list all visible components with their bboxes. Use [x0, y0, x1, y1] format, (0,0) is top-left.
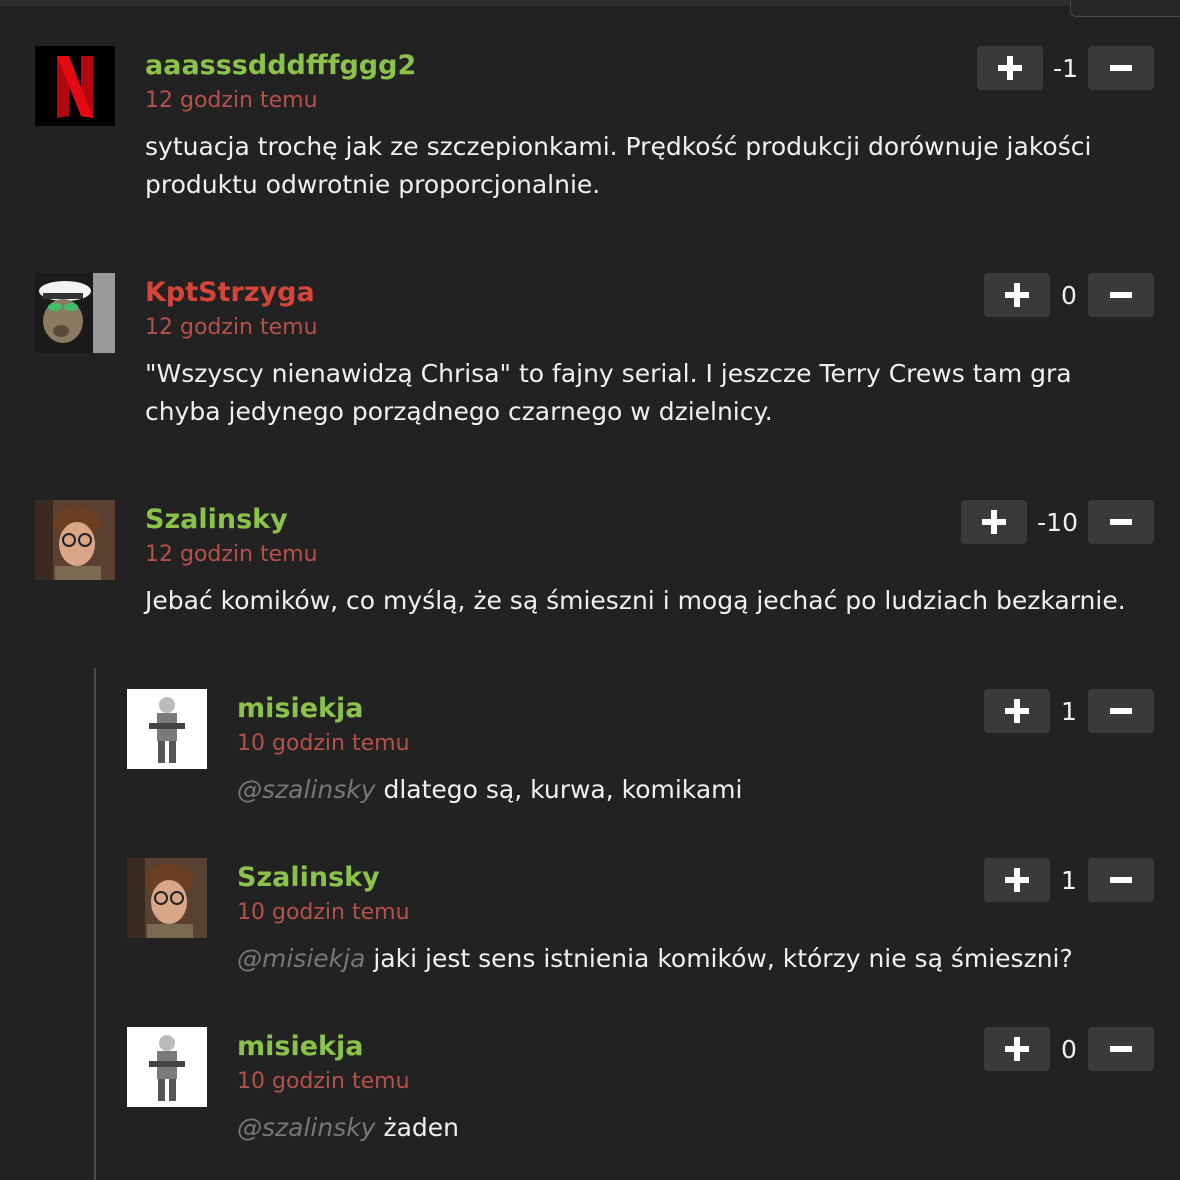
man-glasses-avatar[interactable] — [127, 858, 207, 938]
comment-text: @szalinsky dlatego są, kurwa, komikami — [237, 771, 1157, 809]
comment-text: sytuacja trochę jak ze szczepionkami. Pr… — [145, 132, 1092, 199]
username[interactable]: misiekja — [237, 1031, 363, 1063]
timestamp: 10 godzin temu — [237, 1069, 410, 1094]
vote-widget: -10 — [961, 500, 1154, 544]
upvote-button[interactable] — [977, 46, 1044, 90]
mention-link[interactable]: @szalinsky — [237, 1113, 376, 1142]
upvote-button[interactable] — [984, 858, 1050, 902]
vote-score: -10 — [1037, 507, 1078, 537]
vote-score: 0 — [1061, 280, 1077, 310]
reply-text: dlatego są, kurwa, komikami — [383, 775, 743, 804]
mention-link[interactable]: @szalinsky — [237, 775, 376, 804]
username[interactable]: Szalinsky — [145, 504, 288, 536]
username[interactable]: aaasssdddfffggg2 — [145, 50, 416, 82]
man-glasses-avatar[interactable] — [35, 500, 115, 580]
plus-icon — [982, 510, 1007, 534]
timestamp: 12 godzin temu — [145, 542, 318, 567]
downvote-button[interactable] — [1088, 46, 1154, 90]
upvote-button[interactable] — [984, 689, 1050, 733]
minus-icon — [1110, 877, 1132, 883]
plus-icon — [1005, 1037, 1029, 1061]
comment-text: Jebać komików, co myślą, że są śmieszni … — [145, 586, 1126, 615]
downvote-button[interactable] — [1088, 273, 1154, 317]
vote-widget: 0 — [984, 273, 1154, 317]
minus-icon — [1110, 519, 1132, 525]
vote-score: 0 — [1061, 1034, 1077, 1064]
minus-icon — [1110, 292, 1132, 298]
vote-score: -1 — [1053, 53, 1078, 83]
captain-avatar[interactable] — [35, 273, 115, 353]
timestamp: 12 godzin temu — [145, 88, 318, 113]
timestamp: 10 godzin temu — [237, 731, 410, 756]
comment-text: @szalinsky żaden — [237, 1109, 1157, 1147]
netflix-logo-avatar[interactable] — [35, 46, 115, 126]
vote-widget: 1 — [984, 858, 1154, 902]
timestamp: 12 godzin temu — [145, 315, 318, 340]
upvote-button[interactable] — [984, 1027, 1050, 1071]
vote-widget: 0 — [984, 1027, 1154, 1071]
reply-text: jaki jest sens istnienia komików, którzy… — [373, 944, 1073, 973]
upvote-button[interactable] — [984, 273, 1050, 317]
minus-icon — [1110, 65, 1132, 71]
plus-icon — [998, 56, 1023, 80]
minus-icon — [1110, 708, 1132, 714]
figure-avatar[interactable] — [127, 689, 207, 769]
mention-link[interactable]: @misiekja — [237, 944, 365, 973]
vote-score: 1 — [1061, 696, 1077, 726]
username[interactable]: Szalinsky — [237, 862, 380, 894]
minus-icon — [1110, 1046, 1132, 1052]
vote-score: 1 — [1061, 865, 1077, 895]
username[interactable]: misiekja — [237, 693, 363, 725]
comment-text: @misiekja jaki jest sens istnienia komik… — [237, 940, 1157, 978]
plus-icon — [1005, 868, 1029, 892]
downvote-button[interactable] — [1088, 858, 1154, 902]
upvote-button[interactable] — [961, 500, 1028, 544]
vote-widget: 1 — [984, 689, 1154, 733]
plus-icon — [1005, 283, 1029, 307]
downvote-button[interactable] — [1088, 689, 1154, 733]
top-bar — [0, 0, 1180, 6]
reply-thread-line — [94, 668, 96, 1180]
vote-widget: -1 — [977, 46, 1154, 90]
top-tab[interactable] — [1070, 0, 1180, 17]
reply-text: żaden — [383, 1113, 460, 1142]
plus-icon — [1005, 699, 1029, 723]
timestamp: 10 godzin temu — [237, 900, 410, 925]
figure-avatar[interactable] — [127, 1027, 207, 1107]
downvote-button[interactable] — [1088, 1027, 1154, 1071]
username[interactable]: KptStrzyga — [145, 277, 315, 309]
comment-text: "Wszyscy nienawidzą Chrisa" to fajny ser… — [145, 359, 1072, 426]
downvote-button[interactable] — [1088, 500, 1154, 544]
